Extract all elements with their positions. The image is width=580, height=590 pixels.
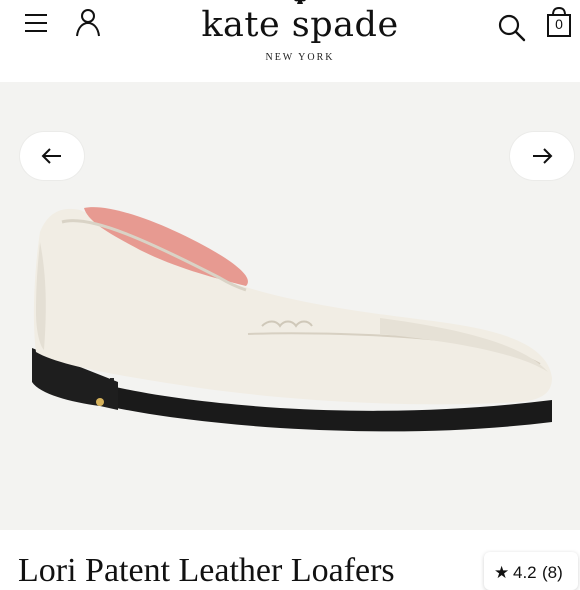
- brand-subtitle: NEW YORK: [265, 52, 335, 63]
- brand-logo[interactable]: kate spade NEW YORK: [190, 0, 410, 70]
- site-header: kate spade NEW YORK 0: [0, 0, 580, 82]
- account-icon[interactable]: [74, 6, 104, 38]
- product-gallery[interactable]: [0, 82, 580, 530]
- next-image-button[interactable]: [510, 132, 574, 180]
- spade-icon: [294, 0, 306, 4]
- brand-name: kate spade: [201, 5, 399, 45]
- rating-value: 4.2: [513, 563, 537, 582]
- product-info: Lori Patent Leather Loafers ★ 4.2 (8): [0, 530, 580, 590]
- menu-icon[interactable]: [24, 12, 50, 34]
- arrow-right-icon: [533, 148, 553, 164]
- product-image[interactable]: [0, 82, 580, 530]
- arrow-left-icon: [41, 148, 61, 164]
- shopping-bag-icon[interactable]: 0: [544, 6, 574, 38]
- search-icon[interactable]: [496, 11, 528, 43]
- bag-count: 0: [555, 16, 563, 32]
- star-icon: ★: [494, 563, 510, 582]
- product-title: Lori Patent Leather Loafers: [18, 552, 395, 589]
- review-count: (8): [542, 563, 563, 582]
- rating-badge[interactable]: ★ 4.2 (8): [484, 552, 578, 590]
- previous-image-button[interactable]: [20, 132, 84, 180]
